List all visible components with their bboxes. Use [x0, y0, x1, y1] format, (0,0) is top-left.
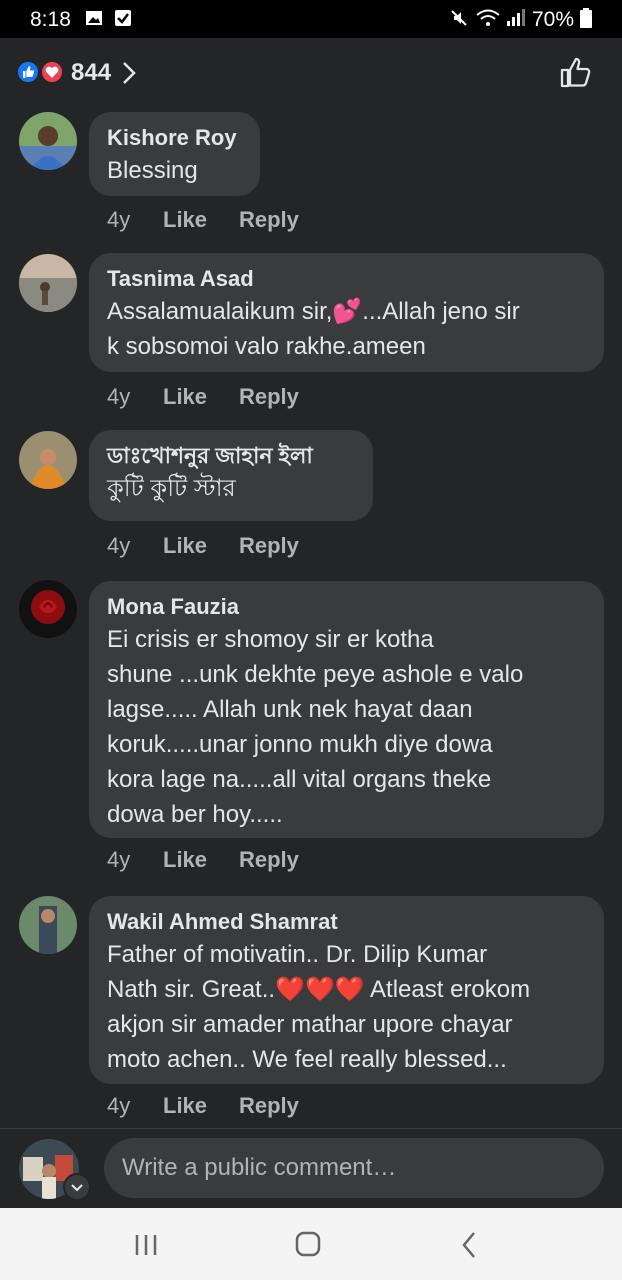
comment-text: Father of motivatin.. Dr. Dilip Kumar [107, 941, 488, 968]
home-icon[interactable] [288, 1228, 328, 1262]
like-button[interactable]: Like [163, 847, 207, 873]
comment-text: কুটি কুটি স্টার [107, 475, 236, 502]
reply-button[interactable]: Reply [239, 207, 299, 233]
comment-text: dowa ber hoy..... [107, 801, 283, 828]
comment-age: 4y [107, 847, 131, 872]
comment-text: Nath sir. Great..❤️❤️❤️ Atleast erokom [107, 976, 531, 1003]
status-bar: 8:18 70% [0, 0, 622, 38]
mute-icon [451, 10, 467, 26]
reply-button[interactable]: Reply [239, 384, 299, 410]
comment-text: Blessing [107, 157, 198, 184]
reactions-header[interactable]: 844 [0, 38, 622, 108]
comment-age: 4y [107, 384, 131, 409]
avatar[interactable] [19, 112, 77, 170]
comment-author[interactable]: ডাঃখোশনুর জাহান ইলা [107, 441, 355, 471]
comment-author[interactable]: Wakil Ahmed Shamrat [107, 907, 586, 937]
avatar[interactable] [19, 431, 77, 489]
thumbs-up-icon[interactable] [558, 55, 594, 89]
comment-composer [0, 1128, 622, 1208]
comment-text: kora lage na.....all vital organs theke [107, 766, 492, 793]
signal-icon [507, 9, 525, 26]
comment-text: akjon sir amader mathar upore chayar [107, 1011, 513, 1038]
navigation-bar [0, 1208, 622, 1280]
comment-bubble[interactable]: ডাঃখোশনুর জাহান ইলা কুটি কুটি স্টার [89, 430, 373, 521]
like-button[interactable]: Like [163, 384, 207, 410]
like-button[interactable]: Like [163, 207, 207, 233]
comment-age: 4y [107, 207, 131, 232]
comment-age: 4y [107, 533, 131, 558]
comment-text: k sobsomoi valo rakhe.ameen [107, 333, 426, 360]
comment-text: koruk.....unar jonno mukh diye dowa [107, 731, 493, 758]
back-icon[interactable] [450, 1228, 490, 1262]
comment-bubble[interactable]: Mona Fauzia Ei crisis er shomoy sir er k… [89, 581, 604, 838]
avatar[interactable] [19, 254, 77, 312]
comment-bubble[interactable]: Kishore Roy Blessing [89, 112, 260, 196]
comment-bubble[interactable]: Wakil Ahmed Shamrat Father of motivatin.… [89, 896, 604, 1084]
comment-bubble[interactable]: Tasnima Asad Assalamualaikum sir,💕...All… [89, 253, 604, 372]
comment-text: Ei crisis er shomoy sir er kotha [107, 626, 434, 653]
chevron-right-icon[interactable] [121, 60, 137, 86]
reaction-count[interactable]: 844 [71, 59, 111, 87]
checkbox-icon [115, 10, 131, 26]
comment-text: moto achen.. We feel really blessed... [107, 1046, 507, 1073]
avatar[interactable] [19, 896, 77, 954]
reply-button[interactable]: Reply [239, 533, 299, 559]
avatar[interactable] [19, 580, 77, 638]
reply-button[interactable]: Reply [239, 847, 299, 873]
like-reaction-icon [16, 60, 40, 84]
like-button[interactable]: Like [163, 533, 207, 559]
chevron-down-icon [71, 1184, 83, 1192]
recents-icon[interactable] [126, 1228, 166, 1262]
comment-text: Assalamualaikum sir,💕...Allah jeno sir [107, 298, 520, 325]
comment-text: shune ...unk dekhte peye ashole e valo [107, 661, 524, 688]
image-icon [86, 11, 102, 25]
comment-input[interactable] [104, 1138, 604, 1198]
comment-age: 4y [107, 1093, 131, 1118]
love-reaction-icon [40, 60, 64, 84]
comment-author[interactable]: Mona Fauzia [107, 592, 586, 622]
status-time: 8:18 [30, 8, 71, 31]
wifi-icon [476, 9, 500, 26]
reply-button[interactable]: Reply [239, 1093, 299, 1119]
comment-text: lagse..... Allah unk nek hayat daan [107, 696, 473, 723]
battery-icon [580, 8, 592, 28]
comment-author[interactable]: Tasnima Asad [107, 264, 586, 294]
battery-percent: 70% [532, 8, 575, 31]
profile-switch-button[interactable] [63, 1173, 91, 1201]
comment-author[interactable]: Kishore Roy [107, 123, 242, 153]
like-button[interactable]: Like [163, 1093, 207, 1119]
